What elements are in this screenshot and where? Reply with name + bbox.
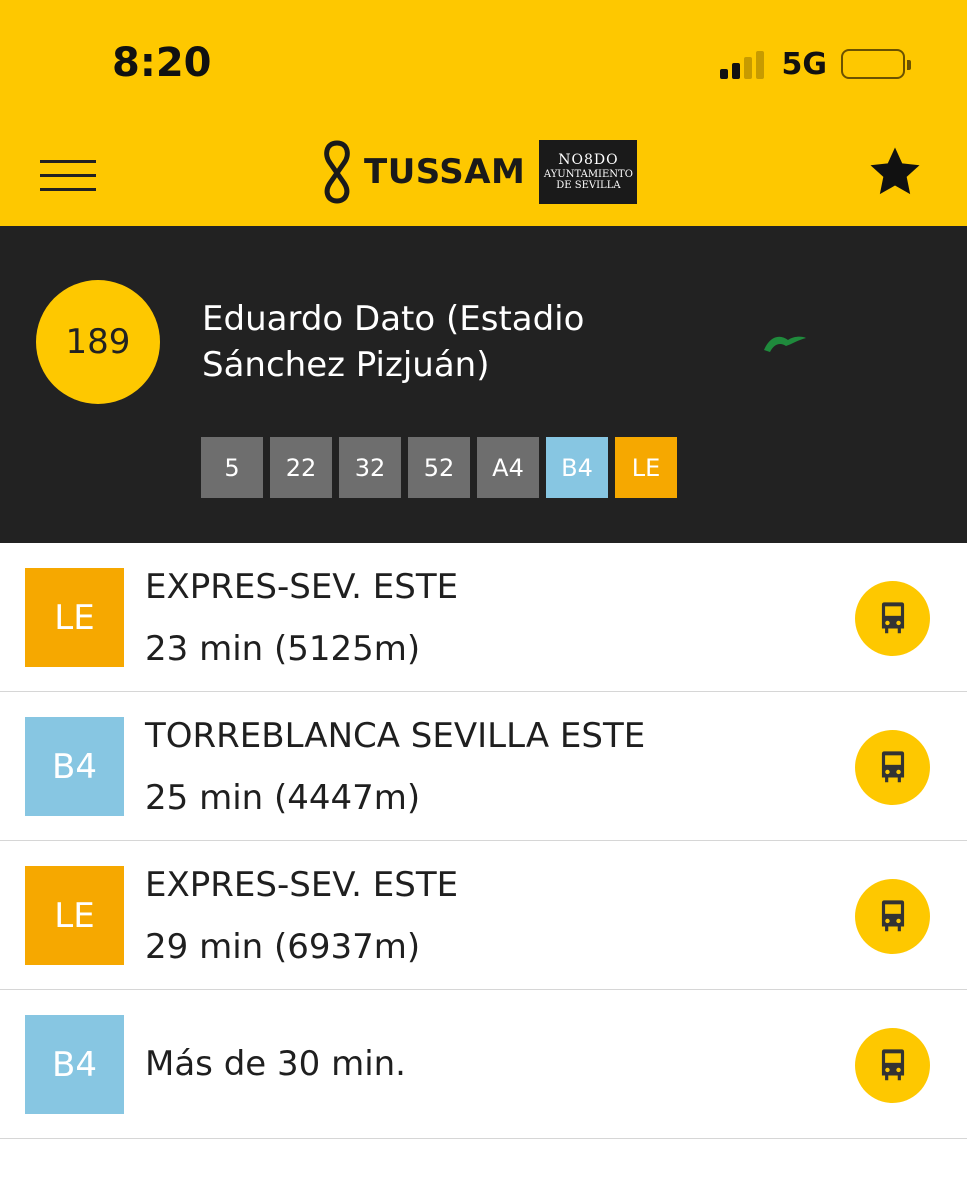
arrival-destination: EXPRES-SEV. ESTE bbox=[145, 865, 459, 905]
arrival-eta: 29 min (6937m) bbox=[145, 927, 421, 967]
menu-button[interactable] bbox=[40, 152, 96, 192]
star-icon bbox=[870, 147, 920, 195]
line-chip[interactable]: LE bbox=[615, 437, 677, 498]
bus-icon bbox=[881, 601, 904, 633]
battery-icon bbox=[841, 49, 911, 79]
line-chip-label: 22 bbox=[285, 453, 317, 482]
arrival-line-badge: B4 bbox=[25, 1015, 124, 1114]
favorite-star-button[interactable] bbox=[866, 144, 924, 200]
arrival-row[interactable]: B4 Más de 30 min. bbox=[0, 990, 967, 1139]
ayuntamiento-logo: NO8DO AYUNTAMIENTO DE SEVILLA bbox=[539, 140, 638, 204]
arrivals-list: LE EXPRES-SEV. ESTE 23 min (5125m) B4 TO… bbox=[0, 543, 967, 1139]
bus-icon bbox=[881, 1048, 904, 1080]
stop-name-line2: Sánchez Pizjuán) bbox=[202, 345, 490, 385]
line-chip-label: B4 bbox=[561, 453, 593, 482]
arrival-line-badge: B4 bbox=[25, 717, 124, 816]
arrival-line-badge: LE bbox=[25, 866, 124, 965]
line-chip-label: 5 bbox=[224, 453, 240, 482]
ayuntamiento-text: AYUNTAMIENTO bbox=[543, 168, 633, 180]
stop-lines: 5 22 32 52 A4 B4 LE bbox=[201, 437, 677, 498]
arrival-eta: 23 min (5125m) bbox=[145, 629, 421, 669]
bus-icon bbox=[881, 750, 904, 782]
app-header: TUSSAM NO8DO AYUNTAMIENTO DE SEVILLA bbox=[0, 120, 967, 226]
bus-icon bbox=[881, 899, 904, 931]
tussam-eight-icon bbox=[324, 140, 350, 204]
arrival-eta: Más de 30 min. bbox=[145, 1044, 406, 1084]
bus-location-button[interactable] bbox=[855, 1028, 930, 1103]
status-bar: 8:20 5G bbox=[0, 0, 967, 120]
line-chip[interactable]: 52 bbox=[408, 437, 470, 498]
line-chip[interactable]: 32 bbox=[339, 437, 401, 498]
line-chip[interactable]: 22 bbox=[270, 437, 332, 498]
stop-number-badge: 189 bbox=[36, 280, 160, 404]
line-chip[interactable]: B4 bbox=[546, 437, 608, 498]
line-chip[interactable]: 5 bbox=[201, 437, 263, 498]
nodo-text: NO8DO bbox=[558, 152, 619, 169]
logo-text: TUSSAM bbox=[364, 152, 526, 192]
arrival-destination: TORREBLANCA SEVILLA ESTE bbox=[145, 716, 646, 756]
arrival-row[interactable]: LE EXPRES-SEV. ESTE 23 min (5125m) bbox=[0, 543, 967, 692]
line-chip-label: A4 bbox=[492, 453, 524, 482]
sevilla-text: DE SEVILLA bbox=[556, 180, 621, 192]
line-chip-label: LE bbox=[631, 453, 661, 482]
line-chip[interactable]: A4 bbox=[477, 437, 539, 498]
green-leaf-icon bbox=[764, 336, 806, 352]
tussam-logo: TUSSAM NO8DO AYUNTAMIENTO DE SEVILLA bbox=[318, 138, 638, 206]
stop-name-line1: Eduardo Dato (Estadio bbox=[202, 299, 585, 339]
signal-icon bbox=[719, 49, 764, 79]
network-type: 5G bbox=[781, 46, 828, 82]
arrival-eta: 25 min (4447m) bbox=[145, 778, 421, 818]
arrival-row[interactable]: B4 TORREBLANCA SEVILLA ESTE 25 min (4447… bbox=[0, 692, 967, 841]
arrival-destination: EXPRES-SEV. ESTE bbox=[145, 567, 459, 607]
bus-location-button[interactable] bbox=[855, 730, 930, 805]
bus-location-button[interactable] bbox=[855, 879, 930, 954]
arrival-line-badge: LE bbox=[25, 568, 124, 667]
status-indicators: 5G bbox=[719, 46, 911, 82]
bus-location-button[interactable] bbox=[855, 581, 930, 656]
line-chip-label: 32 bbox=[354, 453, 386, 482]
line-chip-label: 52 bbox=[423, 453, 455, 482]
stop-name: Eduardo Dato (Estadio Sánchez Pizjuán) bbox=[202, 296, 722, 388]
status-time: 8:20 bbox=[112, 40, 212, 86]
arrival-row[interactable]: LE EXPRES-SEV. ESTE 29 min (6937m) bbox=[0, 841, 967, 990]
stop-info-panel: 189 Eduardo Dato (Estadio Sánchez Pizjuá… bbox=[0, 226, 967, 543]
